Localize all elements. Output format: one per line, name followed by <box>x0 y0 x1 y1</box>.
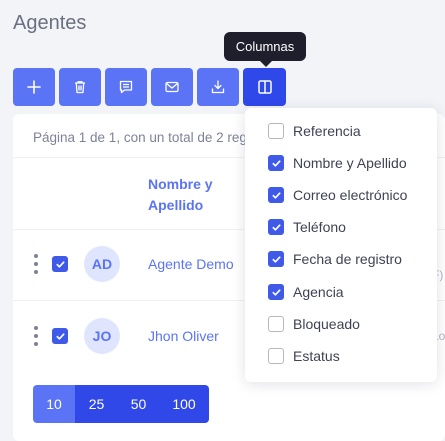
column-option[interactable]: Agencia <box>268 282 344 302</box>
column-option-label: Referencia <box>293 123 361 139</box>
column-checkbox[interactable] <box>268 316 284 332</box>
check-icon <box>271 159 281 167</box>
columns-button[interactable] <box>243 68 286 106</box>
column-option[interactable]: Correo electrónico <box>268 185 407 205</box>
page-size-selector: 10 25 50 100 <box>33 385 209 423</box>
avatar: JO <box>84 318 120 354</box>
column-option[interactable]: Estatus <box>268 346 340 366</box>
page-size-option[interactable]: 10 <box>33 385 75 423</box>
column-option[interactable]: Referencia <box>268 121 361 141</box>
check-icon <box>271 288 281 296</box>
column-option[interactable]: Nombre y Apellido <box>268 153 407 173</box>
column-option[interactable]: Teléfono <box>268 217 346 237</box>
toolbar <box>13 68 286 106</box>
pagination-info: Página 1 de 1, con un total de 2 registr… <box>33 130 257 145</box>
column-option-label: Correo electrónico <box>293 187 408 203</box>
column-option-label: Bloqueado <box>293 316 360 332</box>
check-icon <box>271 191 281 199</box>
column-checkbox[interactable] <box>268 123 284 139</box>
column-option-label: Agencia <box>293 284 344 300</box>
column-option-label: Estatus <box>293 348 340 364</box>
columns-icon <box>257 80 272 94</box>
delete-button[interactable] <box>59 68 101 106</box>
check-icon <box>55 260 65 268</box>
column-checkbox[interactable] <box>268 155 284 171</box>
trash-icon <box>75 81 85 94</box>
column-option-label: Nombre y Apellido <box>293 155 407 171</box>
row-actions-icon[interactable] <box>33 326 39 346</box>
agent-name-link[interactable]: Jhon Oliver <box>148 328 219 344</box>
columns-dropdown <box>245 108 437 382</box>
column-checkbox[interactable] <box>268 348 284 364</box>
columns-tooltip: Columnas <box>224 32 306 67</box>
add-button[interactable] <box>13 68 55 106</box>
plus-icon <box>27 80 41 94</box>
column-checkbox[interactable] <box>268 284 284 300</box>
column-checkbox[interactable] <box>268 251 284 267</box>
column-option-label: Teléfono <box>293 219 346 235</box>
column-checkbox[interactable] <box>268 219 284 235</box>
check-icon <box>271 223 281 231</box>
column-option[interactable]: Fecha de registro <box>268 249 402 269</box>
download-icon <box>211 80 225 94</box>
check-icon <box>55 332 65 340</box>
check-icon <box>271 255 281 263</box>
mail-icon <box>165 81 179 93</box>
column-checkbox[interactable] <box>268 187 284 203</box>
message-icon <box>119 80 133 94</box>
message-button[interactable] <box>105 68 147 106</box>
agent-name-link[interactable]: Agente Demo <box>148 256 234 272</box>
page-size-option[interactable]: 50 <box>118 385 159 423</box>
column-option-label: Fecha de registro <box>293 251 402 267</box>
row-actions-icon[interactable] <box>33 254 39 274</box>
export-button[interactable] <box>197 68 239 106</box>
column-header-name[interactable]: Nombre y Apellido <box>148 174 218 216</box>
email-button[interactable] <box>151 68 193 106</box>
row-checkbox[interactable] <box>52 328 68 344</box>
avatar: AD <box>84 246 120 282</box>
row-checkbox[interactable] <box>52 256 68 272</box>
page-size-option[interactable]: 100 <box>159 385 209 423</box>
page-title: Agentes <box>13 12 87 34</box>
column-option[interactable]: Bloqueado <box>268 314 360 334</box>
page-size-option[interactable]: 25 <box>75 385 118 423</box>
